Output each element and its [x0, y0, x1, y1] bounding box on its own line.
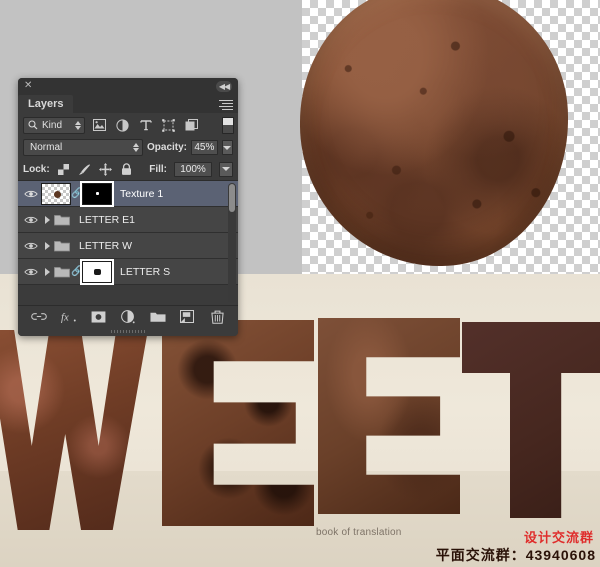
screen: book of translation 设计交流群 平面交流群：43940608…	[0, 0, 600, 567]
layer-style-button[interactable]: fx	[60, 309, 78, 325]
letter-e1-shape	[162, 320, 314, 526]
layer-filter-row: Kind	[18, 113, 238, 137]
new-adjustment-layer-button[interactable]	[119, 309, 137, 325]
new-group-button[interactable]	[149, 309, 167, 325]
opacity-slider-arrow-icon[interactable]	[222, 140, 233, 155]
delete-layer-button[interactable]	[208, 309, 226, 325]
layers-panel: ✕ ◀◀ Layers Kind	[18, 78, 238, 336]
lock-all-icon[interactable]	[120, 162, 134, 176]
layer-row-texture-1[interactable]: 🔗 Texture 1	[18, 181, 238, 207]
panel-tabbar: Layers	[18, 94, 238, 113]
layer-name[interactable]: LETTER W	[79, 240, 132, 252]
layer-row-letter-s[interactable]: 🔗 LETTER S	[18, 259, 238, 285]
eye-icon[interactable]	[21, 241, 41, 251]
lock-image-pixels-icon[interactable]	[78, 162, 92, 176]
fill-slider-arrow-icon[interactable]	[219, 162, 233, 177]
layer-name[interactable]: Texture 1	[120, 188, 163, 200]
lock-fill-row: Lock:	[18, 158, 238, 180]
new-layer-button[interactable]	[178, 309, 196, 325]
filter-pixel-icon[interactable]	[91, 117, 108, 134]
svg-text:fx: fx	[61, 313, 69, 324]
group-disclosure-icon[interactable]	[41, 242, 53, 250]
close-icon[interactable]: ✕	[24, 81, 32, 91]
layers-panel-footer: fx	[18, 305, 238, 327]
watermark-red-text: 设计交流群	[524, 527, 594, 546]
layer-name[interactable]: LETTER S	[120, 266, 170, 278]
search-icon	[28, 120, 38, 130]
layer-thumbnail[interactable]	[41, 183, 71, 205]
lock-transparent-pixels-icon[interactable]	[57, 162, 71, 176]
lock-position-icon[interactable]	[99, 162, 113, 176]
group-disclosure-icon[interactable]	[41, 216, 53, 224]
filter-type-icon[interactable]	[137, 117, 154, 134]
watermark-translation-note: book of translation	[316, 527, 402, 538]
blend-opacity-row: Normal Opacity: 45%	[18, 137, 238, 158]
fill-label: Fill:	[149, 164, 167, 175]
eye-icon[interactable]	[21, 267, 41, 277]
opacity-input[interactable]: 45%	[191, 140, 218, 155]
eye-icon[interactable]	[21, 189, 41, 199]
layers-list[interactable]: 🔗 Texture 1 LETTER E1	[18, 180, 238, 305]
filter-kind-dropdown[interactable]: Kind	[23, 117, 85, 134]
filter-shape-icon[interactable]	[160, 117, 177, 134]
mask-link-icon[interactable]: 🔗	[71, 266, 82, 277]
folder-icon	[53, 266, 71, 278]
blend-mode-stepper-icon[interactable]	[133, 143, 139, 152]
blend-mode-select[interactable]: Normal	[23, 139, 143, 156]
filter-enable-toggle[interactable]	[222, 117, 234, 134]
filter-smartobject-icon[interactable]	[183, 117, 200, 134]
layer-row-letter-w[interactable]: LETTER W	[18, 233, 238, 259]
layer-mask-thumbnail[interactable]	[82, 261, 112, 283]
link-layers-button[interactable]	[30, 309, 48, 325]
collapse-panel-icon[interactable]: ◀◀	[216, 81, 232, 92]
layer-name[interactable]: LETTER E1	[79, 214, 135, 226]
tab-layers[interactable]: Layers	[18, 95, 73, 113]
filter-adjustment-icon[interactable]	[114, 117, 131, 134]
lock-label: Lock:	[23, 164, 50, 175]
folder-icon	[53, 214, 71, 226]
opacity-label: Opacity:	[147, 142, 187, 153]
filter-kind-stepper-icon[interactable]	[75, 121, 81, 130]
mask-link-icon[interactable]: 🔗	[71, 188, 82, 199]
filter-kind-label: Kind	[42, 120, 62, 131]
watermark-group-text: 平面交流群：43940608	[436, 545, 596, 565]
panel-menu-icon[interactable]	[219, 100, 233, 110]
letter-e2-shape	[318, 318, 460, 514]
fill-input[interactable]: 100%	[174, 162, 212, 177]
layer-row-letter-e1[interactable]: LETTER E1	[18, 207, 238, 233]
folder-icon	[53, 240, 71, 252]
eye-icon[interactable]	[21, 215, 41, 225]
layer-mask-thumbnail[interactable]	[82, 183, 112, 205]
group-disclosure-icon[interactable]	[41, 268, 53, 276]
add-layer-mask-button[interactable]	[89, 309, 107, 325]
panel-titlebar: ✕ ◀◀	[18, 78, 238, 94]
layers-scrollbar-thumb[interactable]	[229, 184, 235, 212]
layers-scrollbar[interactable]	[228, 183, 236, 303]
panel-resize-grip[interactable]	[18, 327, 238, 336]
blend-mode-value: Normal	[30, 142, 62, 153]
